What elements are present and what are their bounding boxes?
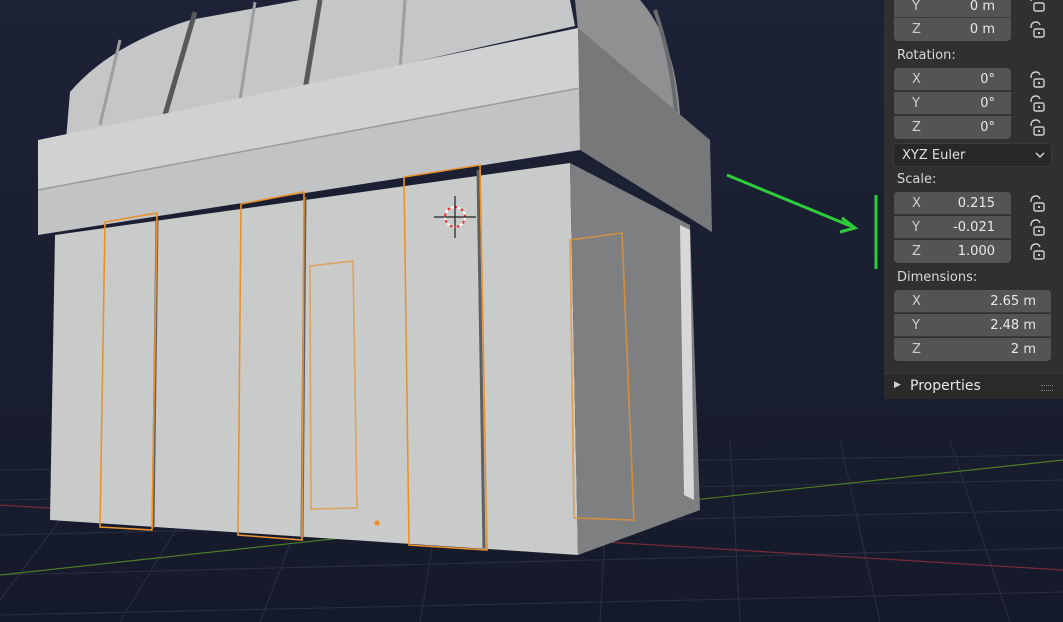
object-origin-dot xyxy=(374,520,380,526)
field-value: 0° xyxy=(980,120,995,135)
lock-icon[interactable] xyxy=(1027,20,1047,42)
rotation-label: Rotation: xyxy=(897,48,956,63)
axis-label: Z xyxy=(912,22,921,37)
disclosure-triangle-icon: ▶ xyxy=(894,380,901,390)
transform-panel: Y 0 m Z 0 m Rotation: X 0° Y 0° Z 0° XYZ… xyxy=(884,0,1063,399)
rotation-x-field[interactable]: X 0° xyxy=(894,68,1011,91)
lock-icon[interactable] xyxy=(1027,118,1047,140)
lock-icon[interactable] xyxy=(1027,94,1047,116)
rotation-z-field[interactable]: Z 0° xyxy=(894,116,1011,139)
properties-label: Properties xyxy=(910,378,981,394)
lock-icon[interactable] xyxy=(1027,70,1047,92)
dimensions-y-field[interactable]: Y 2.48 m xyxy=(894,314,1051,337)
scale-x-field[interactable]: X 0.215 xyxy=(894,192,1011,215)
field-value: 1.000 xyxy=(957,244,995,259)
drag-grip-icon[interactable] xyxy=(1041,385,1053,391)
rotation-y-field[interactable]: Y 0° xyxy=(894,92,1011,115)
axis-label: X xyxy=(912,196,921,211)
field-value: 0 m xyxy=(969,22,995,37)
scale-label: Scale: xyxy=(897,172,937,187)
lock-icon[interactable] xyxy=(1027,242,1047,264)
field-value: 0.215 xyxy=(957,196,995,211)
location-z-field[interactable]: Z 0 m xyxy=(894,18,1011,41)
axis-label: Y xyxy=(912,220,920,235)
axis-label: Z xyxy=(912,244,921,259)
scale-y-field[interactable]: Y -0.021 xyxy=(894,216,1011,239)
lock-icon[interactable] xyxy=(1027,194,1047,216)
field-value: 0° xyxy=(980,96,995,111)
axis-label: X xyxy=(912,72,921,87)
field-value: -0.021 xyxy=(953,220,995,235)
field-value: 0° xyxy=(980,72,995,87)
dimensions-label: Dimensions: xyxy=(897,270,978,285)
field-value: 0 m xyxy=(969,0,995,14)
scale-z-field[interactable]: Z 1.000 xyxy=(894,240,1011,263)
dimensions-z-field[interactable]: Z 2 m xyxy=(894,338,1051,361)
axis-label: X xyxy=(912,294,921,309)
chevron-down-icon xyxy=(1035,152,1045,159)
house-model xyxy=(37,0,712,555)
axis-label: Z xyxy=(912,342,921,357)
axis-label: Y xyxy=(912,0,920,14)
lock-icon[interactable] xyxy=(1027,218,1047,240)
dimensions-x-field[interactable]: X 2.65 m xyxy=(894,290,1051,313)
field-value: 2.65 m xyxy=(990,294,1036,309)
axis-label: Y xyxy=(912,318,920,333)
rotation-mode-dropdown[interactable]: XYZ Euler xyxy=(893,143,1052,167)
field-value: 2.48 m xyxy=(990,318,1036,333)
properties-subpanel-header[interactable]: ▶ Properties xyxy=(884,373,1063,399)
axis-label: Z xyxy=(912,120,921,135)
field-value: 2 m xyxy=(1010,342,1036,357)
lock-icon[interactable] xyxy=(1027,0,1047,19)
axis-label: Y xyxy=(912,96,920,111)
rotation-mode-value: XYZ Euler xyxy=(902,148,966,163)
location-y-field[interactable]: Y 0 m xyxy=(894,0,1011,18)
